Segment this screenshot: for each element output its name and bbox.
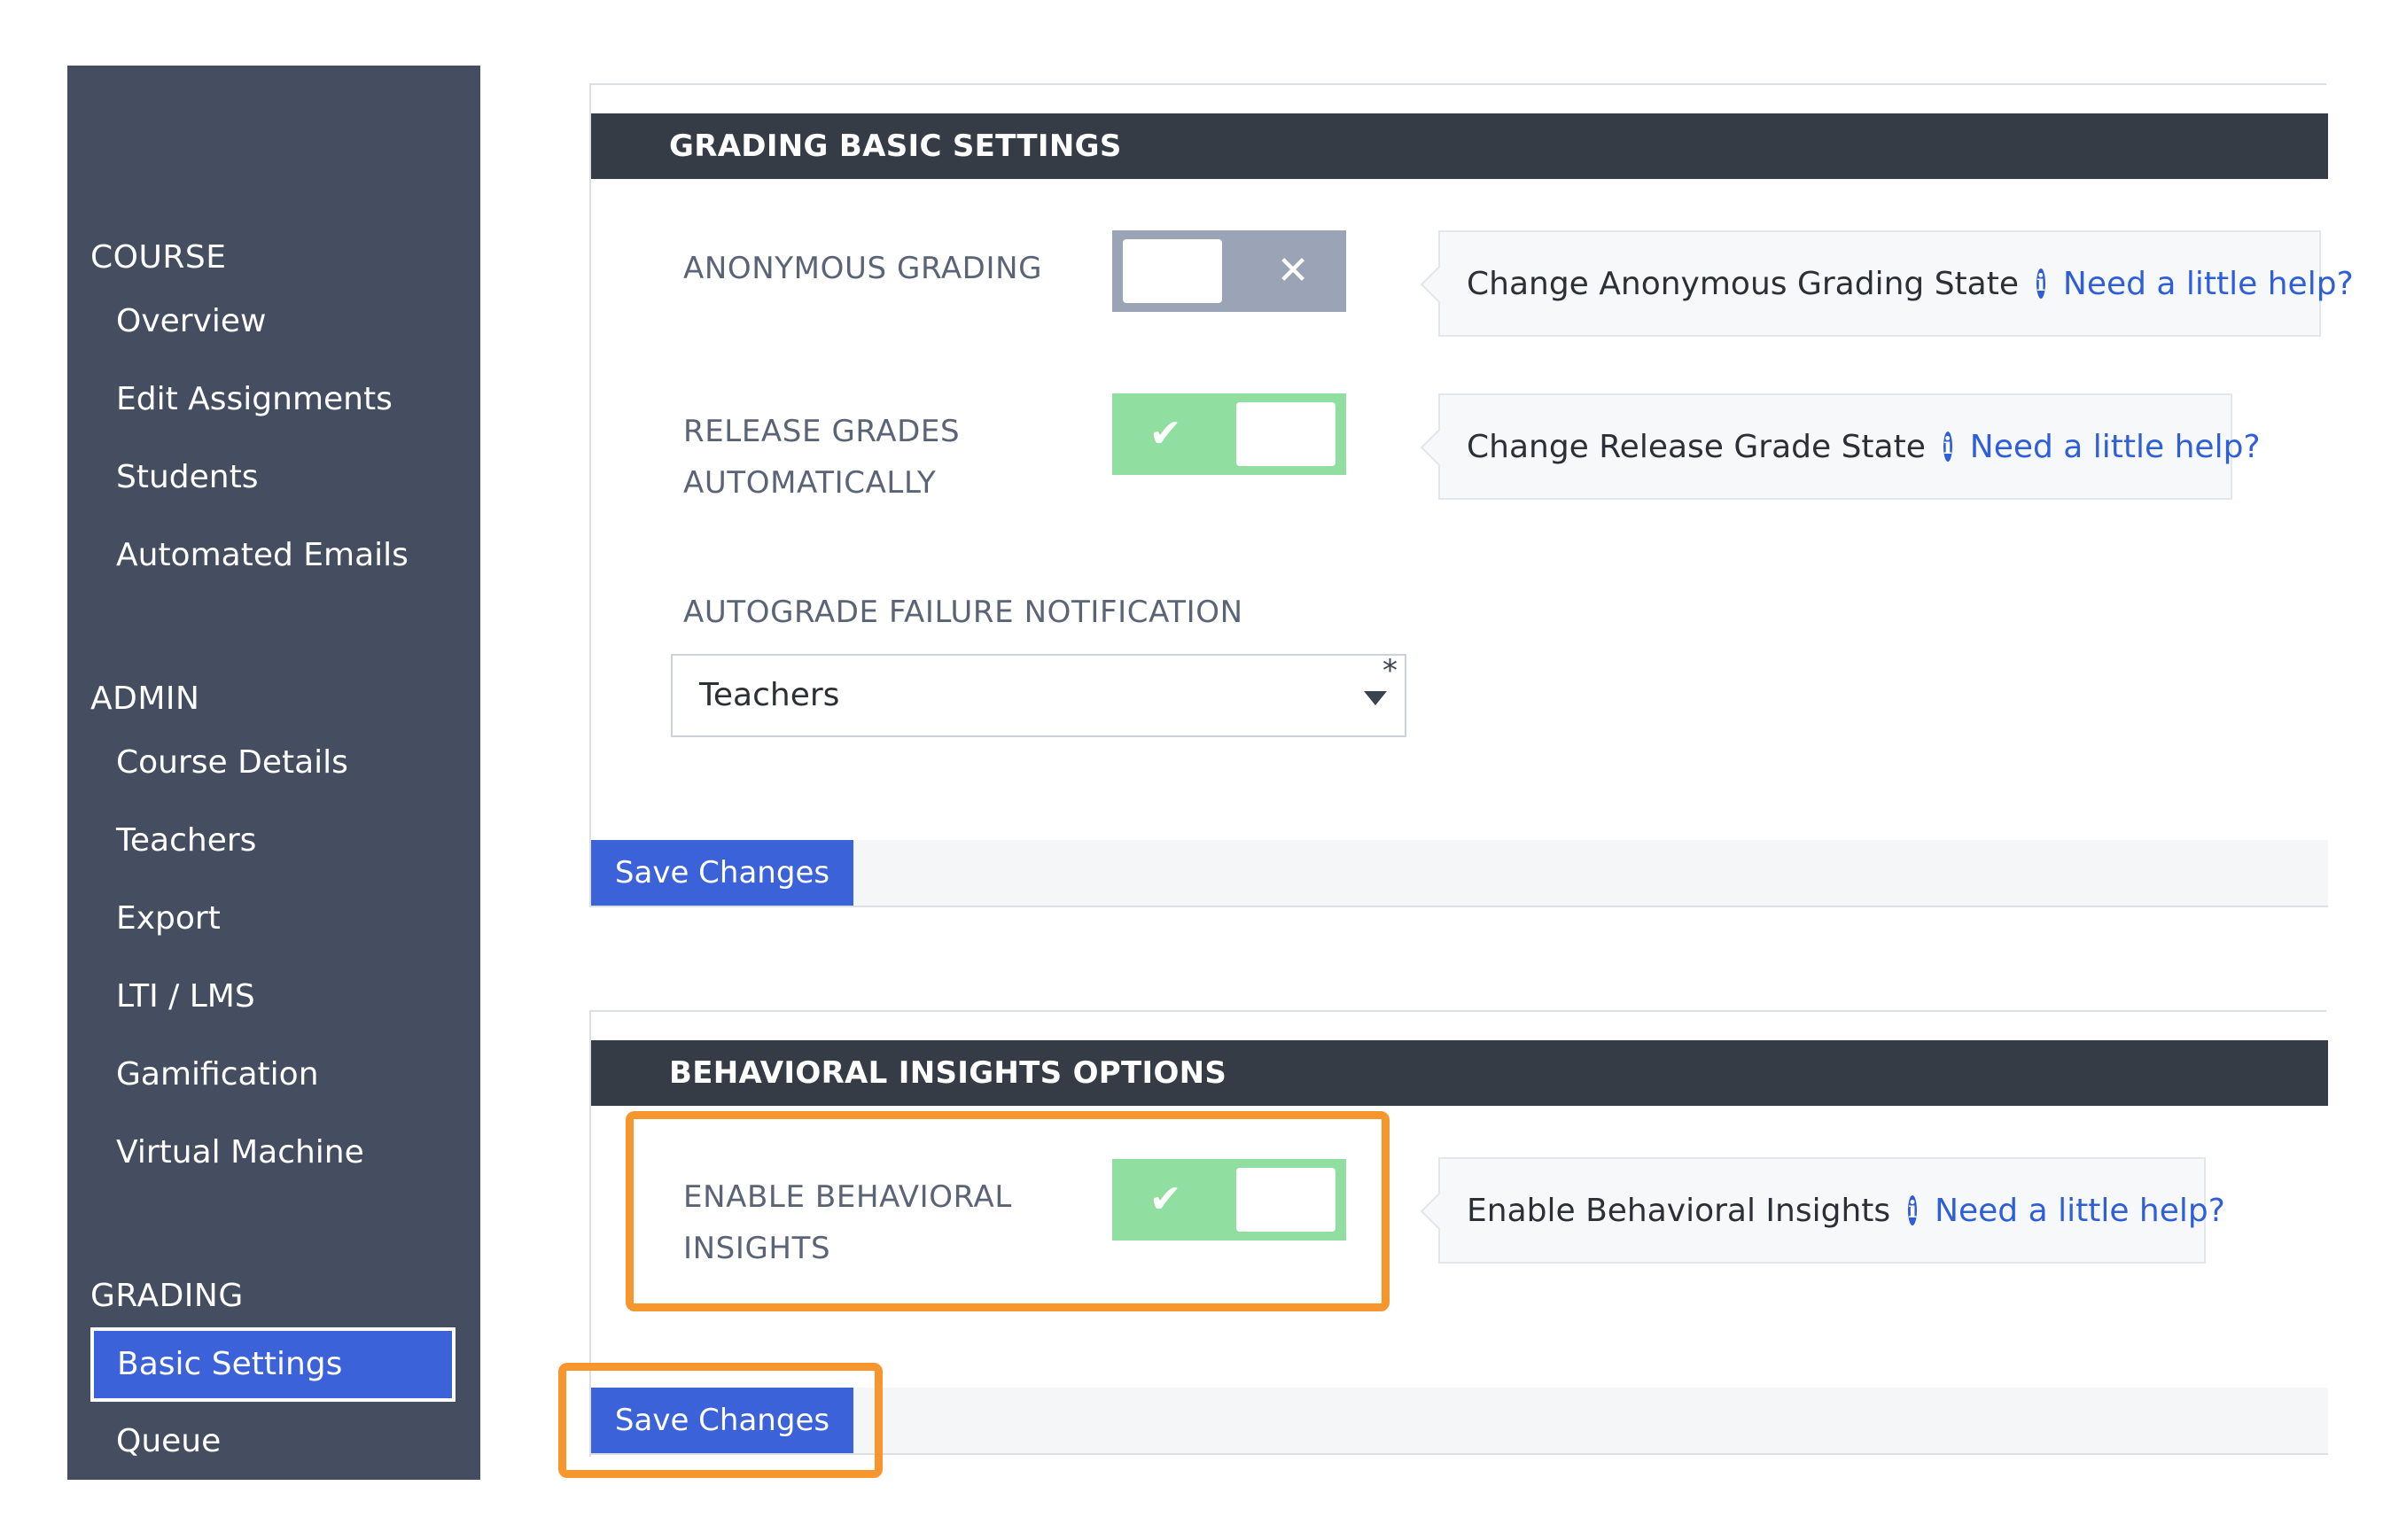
enable-insights-label-line2: INSIGHTS bbox=[683, 1231, 831, 1266]
toggle-knob bbox=[1236, 402, 1336, 466]
release-grades-help: Change Release Grade State i Need a litt… bbox=[1438, 393, 2261, 500]
sidebar-item-edit-assignments[interactable]: Edit Assignments bbox=[116, 381, 393, 417]
autograde-failure-select[interactable]: Teachers * bbox=[671, 653, 1406, 737]
info-icon: i bbox=[1908, 1195, 1918, 1225]
sidebar-item-lti-lms[interactable]: LTI / LMS bbox=[116, 978, 255, 1015]
release-grades-label-line2: AUTOMATICALLY bbox=[683, 465, 937, 501]
toggle-knob bbox=[1236, 1168, 1336, 1232]
enable-insights-label-line1: ENABLE BEHAVIORAL bbox=[683, 1179, 1012, 1215]
release-grades-toggle[interactable]: ✔ bbox=[1112, 393, 1346, 475]
save-bar: Save Changes bbox=[591, 840, 2328, 907]
check-icon: ✔ bbox=[1149, 411, 1182, 456]
panel-title-insights: BEHAVIORAL INSIGHTS OPTIONS bbox=[591, 1040, 2328, 1106]
release-grades-label: RELEASE GRADES AUTOMATICALLY bbox=[683, 406, 960, 509]
info-icon: i bbox=[1943, 432, 1952, 462]
help-link[interactable]: Need a little help? bbox=[2063, 266, 2354, 302]
sidebar-item-basic-settings[interactable]: Basic Settings bbox=[90, 1327, 456, 1402]
help-text: Enable Behavioral Insights bbox=[1467, 1192, 1891, 1229]
enable-insights-label: ENABLE BEHAVIORAL INSIGHTS bbox=[683, 1171, 1012, 1274]
grading-settings-panel: GRADING BASIC SETTINGS ANONYMOUS GRADING… bbox=[589, 83, 2354, 907]
sidebar-item-course-details[interactable]: Course Details bbox=[116, 744, 348, 781]
select-value: Teachers bbox=[699, 677, 840, 713]
anonymous-grading-help: Change Anonymous Grading State i Need a … bbox=[1438, 230, 2354, 337]
sidebar-item-virtual-machine[interactable]: Virtual Machine bbox=[116, 1134, 364, 1171]
caret-down-icon bbox=[1364, 691, 1387, 705]
save-bar: Save Changes bbox=[591, 1388, 2328, 1455]
enable-insights-help: Enable Behavioral Insights i Need a litt… bbox=[1438, 1157, 2225, 1264]
save-changes-button[interactable]: Save Changes bbox=[591, 840, 853, 906]
close-icon: ✕ bbox=[1276, 248, 1310, 293]
help-text: Change Anonymous Grading State bbox=[1467, 265, 2019, 302]
sidebar-item-students[interactable]: Students bbox=[116, 459, 258, 495]
sidebar-heading-admin: ADMIN bbox=[90, 681, 200, 717]
check-icon: ✔ bbox=[1149, 1177, 1182, 1222]
anonymous-grading-toggle[interactable]: ✕ bbox=[1112, 230, 1346, 312]
sidebar-item-gamification[interactable]: Gamification bbox=[116, 1056, 319, 1093]
sidebar: COURSE Overview Edit Assignments Student… bbox=[67, 66, 480, 1480]
sidebar-item-automated-emails[interactable]: Automated Emails bbox=[116, 537, 409, 573]
help-link[interactable]: Need a little help? bbox=[1935, 1193, 2225, 1229]
enable-insights-toggle[interactable]: ✔ bbox=[1112, 1159, 1346, 1241]
toggle-knob bbox=[1123, 239, 1222, 303]
behavioral-insights-panel: BEHAVIORAL INSIGHTS OPTIONS ENABLE BEHAV… bbox=[589, 1010, 2328, 1457]
sidebar-item-export[interactable]: Export bbox=[116, 900, 221, 937]
release-grades-label-line1: RELEASE GRADES bbox=[683, 414, 961, 449]
panel-title-grading: GRADING BASIC SETTINGS bbox=[591, 113, 2328, 179]
sidebar-item-overview[interactable]: Overview bbox=[116, 303, 267, 339]
sidebar-item-queue[interactable]: Queue bbox=[116, 1423, 221, 1459]
help-link[interactable]: Need a little help? bbox=[1970, 429, 2261, 465]
anonymous-grading-label: ANONYMOUS GRADING bbox=[683, 251, 1043, 286]
sidebar-item-teachers[interactable]: Teachers bbox=[116, 822, 256, 859]
save-changes-button[interactable]: Save Changes bbox=[591, 1388, 853, 1453]
help-text: Change Release Grade State bbox=[1467, 428, 1926, 465]
sidebar-heading-grading: GRADING bbox=[90, 1278, 244, 1314]
sidebar-heading-course: COURSE bbox=[90, 239, 227, 276]
info-icon: i bbox=[2036, 268, 2045, 299]
autograde-failure-label: AUTOGRADE FAILURE NOTIFICATION bbox=[683, 595, 1243, 630]
